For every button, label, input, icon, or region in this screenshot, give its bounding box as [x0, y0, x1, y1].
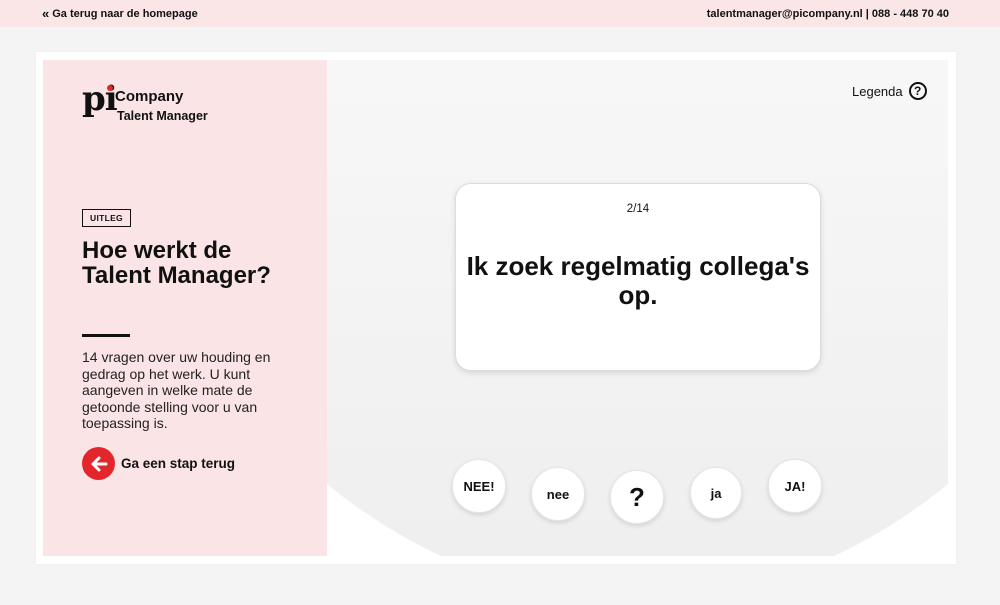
legend-button[interactable]: Legenda ? [852, 82, 927, 100]
question-card: 2/14 Ik zoek regelmatig collega's op. [455, 183, 821, 371]
top-bar: « Ga terug naar de homepage talentmanage… [0, 0, 1000, 27]
legend-label: Legenda [852, 83, 903, 99]
logo-dot [107, 85, 113, 91]
question-circle-icon: ? [908, 82, 927, 100]
back-to-homepage-link[interactable]: « Ga terug naar de homepage [42, 7, 198, 20]
answer-yes-button[interactable]: ja [690, 467, 742, 519]
double-chevron-left-icon: « [42, 6, 50, 21]
logo-product: Talent Manager [117, 109, 208, 123]
go-back-step-button[interactable]: Ga een stap terug [82, 447, 235, 480]
picompany-logo: pi Company Talent Manager [82, 82, 222, 126]
logo-company: Company [115, 88, 184, 105]
answer-strong-no-button[interactable]: NEE! [452, 459, 506, 513]
uitleg-badge: UITLEG [82, 209, 131, 227]
arrow-left-icon [82, 447, 115, 480]
page-title: Hoe werkt de Talent Manager? [82, 237, 271, 289]
answer-strong-yes-button[interactable]: JA! [768, 459, 822, 513]
info-panel: pi Company Talent Manager UITLEG Hoe wer… [43, 60, 327, 556]
go-back-step-label: Ga een stap terug [121, 456, 236, 471]
title-divider [82, 334, 130, 337]
question-counter: 2/14 [626, 203, 650, 215]
back-to-homepage-label: Ga terug naar de homepage [52, 7, 198, 20]
contact-info: talentmanager@picompany.nl | 088 - 448 7… [706, 7, 949, 20]
answer-no-button[interactable]: nee [531, 467, 585, 521]
answer-unsure-button[interactable]: ? [610, 470, 664, 524]
question-statement: Ik zoek regelmatig collega's op. [466, 251, 810, 310]
page-description: 14 vragen over uw houding en gedrag op h… [82, 349, 271, 432]
